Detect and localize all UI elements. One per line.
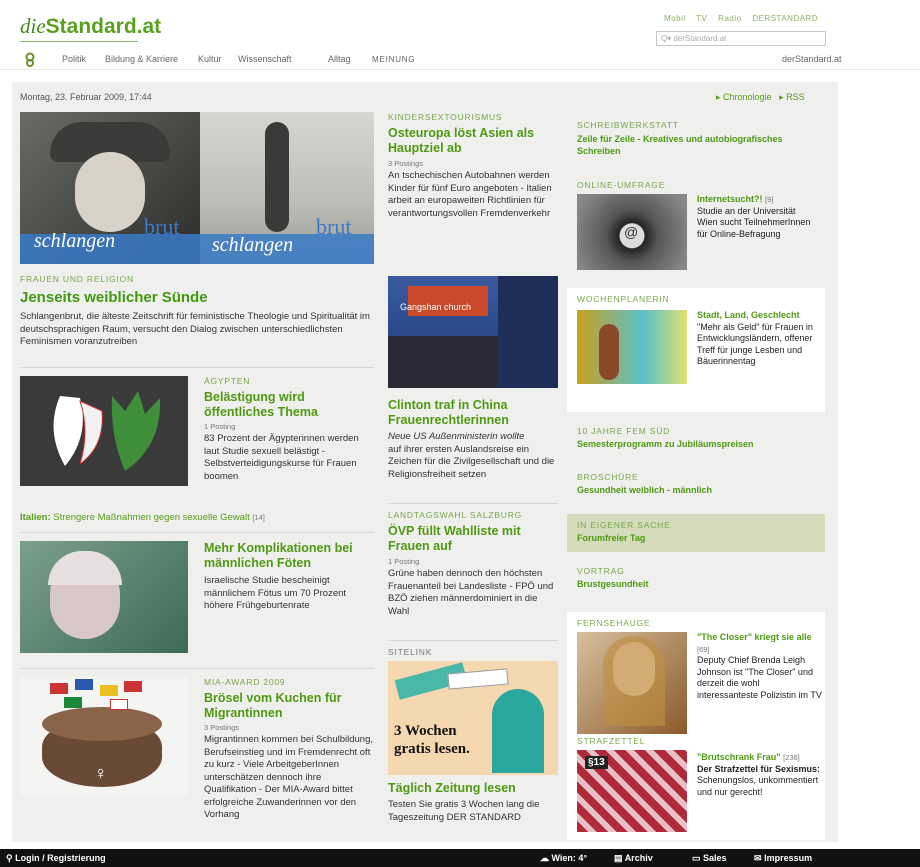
closer-headline[interactable]: "The Closer" kriegt sie alle [697, 632, 812, 642]
search-input[interactable]: Q▾ derStandard.at [656, 31, 826, 46]
top-link-derstandard[interactable]: DERSTANDARD [752, 14, 818, 23]
sitelink-ad[interactable]: 3 Wochen gratis lesen. [388, 661, 558, 775]
dateline: Montag, 23. Februar 2009, 17:44 [20, 92, 152, 102]
user-icon: ⚲ [6, 853, 13, 863]
article-oevp: LANDTAGSWAHL SALZBURG ÖVP füllt Wahllist… [388, 510, 558, 618]
kuchen-image[interactable]: ♀ [20, 677, 188, 797]
box-broschuere: BROSCHÜRE Gesundheit weiblich - männlich [567, 470, 825, 510]
nav-politik[interactable]: Politik [62, 54, 86, 64]
strafzettel-headline[interactable]: "Brutschrank Frau" [697, 752, 781, 762]
box-fernsehauge: FERNSEHAUGE "The Closer" kriegt sie alle… [567, 612, 825, 840]
main-nav: Politik Bildung & Karriere Kultur Wissen… [20, 52, 920, 70]
aegypten-image[interactable] [20, 376, 188, 486]
archiv-link[interactable]: ▤ Archiv [614, 853, 653, 864]
article-mia: MIA-AWARD 2009 Brösel vom Kuchen für Mig… [204, 677, 374, 820]
nav-meinung[interactable]: MEINUNG [372, 55, 415, 64]
rss-link[interactable]: RSS [786, 92, 805, 102]
umfrage-image[interactable]: @ [577, 194, 687, 270]
top-link-radio[interactable]: Radio [718, 14, 741, 23]
feature-headline[interactable]: Jenseits weiblicher Sünde [20, 289, 374, 306]
umfrage-headline[interactable]: Internetsucht?! [697, 194, 763, 204]
aegypten-headline[interactable]: Belästigung wird öffentliches Thema [204, 390, 374, 420]
impressum-link[interactable]: ✉ Impressum [754, 853, 812, 864]
article-sitelink: Täglich Zeitung lesen Testen Sie gratis … [388, 781, 558, 824]
chronologie-link[interactable]: Chronologie [723, 92, 772, 102]
impressum-icon: ✉ [754, 853, 762, 863]
article-clinton: Clinton traf in China Frauenrechtlerinne… [388, 398, 558, 481]
box-femsued: 10 JAHRE FEM SÜD Semesterprogramm zu Jub… [567, 424, 825, 464]
feature-teaser: Schlangenbrut, die älteste Zeitschrift f… [20, 311, 370, 347]
foeten-headline[interactable]: Mehr Komplikationen bei männlichen Föten [204, 541, 374, 571]
mia-headline[interactable]: Brösel vom Kuchen für Migrantinnen [204, 691, 374, 721]
site-logo[interactable]: dieStandard.at [20, 14, 161, 42]
box-schreibwerkstatt: SCHREIBWERKSTATT Zeile für Zeile - Kreat… [567, 112, 825, 172]
meta-links: ▸ Chronologie ▸ RSS [716, 92, 805, 102]
sitelink-headline[interactable]: Täglich Zeitung lesen [388, 781, 558, 796]
nav-kultur[interactable]: Kultur [198, 54, 222, 64]
top-link-mobil[interactable]: Mobil [664, 14, 686, 23]
church-image[interactable]: Gangshan church [388, 276, 558, 388]
feature-kicker: FRAUEN UND RELIGION [20, 274, 134, 284]
top-links: Mobil TV Radio DERSTANDARD [664, 14, 826, 23]
article-kindersex: KINDERSEXTOURISMUS Osteuropa löst Asien … [388, 112, 558, 220]
archive-icon: ▤ [614, 853, 623, 863]
wochen-image[interactable] [577, 310, 687, 384]
box-umfrage: ONLINE-UMFRAGE @ Internetsucht?! [9] Stu… [567, 176, 825, 280]
eigen-link[interactable]: Forumfreier Tag [577, 533, 815, 545]
nav-bildung[interactable]: Bildung & Karriere [105, 54, 178, 64]
nav-alltag[interactable]: Alltag [328, 54, 351, 64]
oevp-headline[interactable]: ÖVP füllt Wahlliste mit Frauen auf [388, 524, 558, 554]
femsued-link[interactable]: Semesterprogramm zu Jubiläumspreisen [577, 439, 815, 451]
box-eigene-sache: IN EIGENER SACHE Forumfreier Tag [567, 514, 825, 552]
closer-image[interactable] [577, 632, 687, 734]
weather-link[interactable]: ☁ Wien: 4° [540, 853, 587, 864]
schreib-link[interactable]: Zeile für Zeile - Kreatives und autobiog… [577, 134, 815, 157]
box-wochenplanerin: WOCHENPLANERIN Stadt, Land, Geschlecht "… [567, 288, 825, 412]
foetus-image[interactable] [20, 541, 188, 653]
feature-image[interactable]: schlangen brut schlangen brut [20, 112, 374, 264]
sales-icon: ▭ [692, 853, 701, 863]
box-vortrag: VORTRAG Brustgesundheit [567, 564, 825, 604]
top-link-tv[interactable]: TV [696, 14, 707, 23]
clinton-headline[interactable]: Clinton traf in China Frauenrechtlerinne… [388, 398, 558, 428]
related-link[interactable]: Italien: Strengere Maßnahmen gegen sexue… [20, 512, 374, 523]
broschuere-link[interactable]: Gesundheit weiblich - männlich [577, 485, 815, 497]
article-foeten: Mehr Komplikationen bei männlichen Föten… [204, 541, 374, 613]
cloud-icon: ☁ [540, 853, 549, 863]
sales-link[interactable]: ▭ Sales [692, 853, 727, 864]
footer-bar: ⚲ Login / Registrierung ☁ Wien: 4° ▤ Arc… [0, 849, 920, 867]
vortrag-link[interactable]: Brustgesundheit [577, 579, 815, 591]
nav-wissenschaft[interactable]: Wissenschaft [238, 54, 292, 64]
login-link[interactable]: ⚲ Login / Registrierung [6, 853, 106, 864]
site-header: dieStandard.at Mobil TV Radio DERSTANDAR… [0, 0, 920, 70]
sitelink-kicker: SITELINK [388, 647, 433, 657]
strafzettel-image[interactable]: §13 [577, 750, 687, 832]
article-aegypten: ÄGYPTEN Belästigung wird öffentliches Th… [204, 376, 374, 483]
home-icon[interactable] [24, 52, 36, 68]
nav-derstandard[interactable]: derStandard.at [782, 54, 842, 64]
kindersex-headline[interactable]: Osteuropa löst Asien als Hauptziel ab [388, 126, 558, 156]
wochen-headline[interactable]: Stadt, Land, Geschlecht [697, 310, 822, 322]
